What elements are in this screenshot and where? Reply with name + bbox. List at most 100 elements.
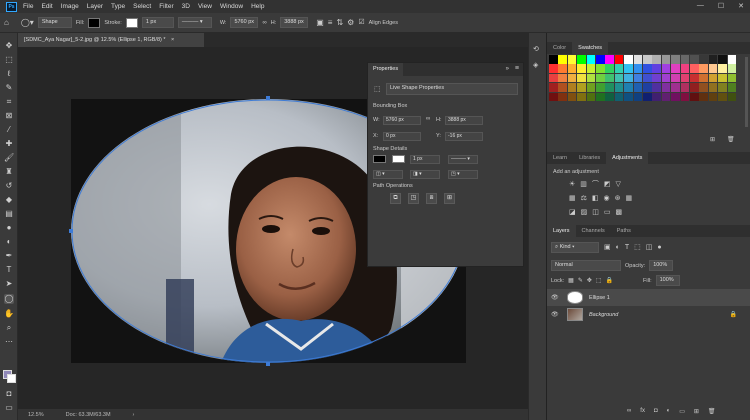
prop-stroke-swatch[interactable]: [392, 155, 405, 163]
swatch-chip[interactable]: [586, 83, 596, 92]
delete-swatch-icon[interactable]: 🗑: [727, 136, 735, 143]
swatch-chip[interactable]: [549, 92, 558, 102]
swatch-chip[interactable]: [624, 92, 633, 102]
new-adjustment-icon[interactable]: ◐: [667, 408, 671, 418]
properties-tab[interactable]: Properties: [368, 63, 404, 76]
color-balance-icon[interactable]: ⚖: [581, 195, 592, 202]
ellipse-tool-icon[interactable]: ◯: [4, 294, 14, 304]
swatches-scrollbar[interactable]: [745, 57, 748, 127]
swatch-chip[interactable]: [643, 73, 652, 83]
lock-pixels-icon[interactable]: ✎: [578, 276, 583, 286]
swatch-chip[interactable]: [558, 73, 567, 83]
menu-view[interactable]: View: [198, 3, 212, 10]
threshold-icon[interactable]: ◫: [592, 209, 604, 216]
background-color-swatch[interactable]: [7, 374, 16, 383]
menu-3d[interactable]: 3D: [182, 3, 190, 10]
prop-x-field[interactable]: 0 px: [383, 132, 421, 141]
link-layers-icon[interactable]: ∞: [627, 408, 631, 418]
filter-toggle-icon[interactable]: ●: [657, 243, 661, 253]
swatch-chip[interactable]: [652, 73, 661, 83]
gradient-tool-icon[interactable]: ▤: [4, 209, 14, 219]
prop-fill-swatch[interactable]: [373, 155, 386, 163]
document-tab[interactable]: [SDMC_Aya Nagar]_5-2.jpg @ 12.5% (Ellips…: [18, 33, 204, 47]
swatch-chip[interactable]: [549, 55, 558, 64]
blend-mode-select[interactable]: Normal: [551, 260, 621, 271]
swatch-chip[interactable]: [708, 73, 718, 83]
swatch-chip[interactable]: [558, 92, 567, 102]
quick-select-tool-icon[interactable]: ✎: [4, 83, 14, 93]
exclude-overlap-button[interactable]: ⊞: [444, 193, 455, 204]
add-mask-icon[interactable]: ◘: [654, 408, 658, 418]
swatch-chip[interactable]: [680, 64, 690, 73]
swatch-chip[interactable]: [614, 83, 624, 92]
swatch-chip[interactable]: [699, 83, 708, 92]
swatch-chip[interactable]: [661, 83, 671, 92]
close-button[interactable]: ✕: [738, 2, 744, 10]
swatch-chip[interactable]: [652, 83, 661, 92]
history-panel-icon[interactable]: ⟲: [533, 45, 539, 53]
filter-smart-object-icon[interactable]: ◫: [646, 243, 653, 253]
swatch-chip[interactable]: [567, 55, 577, 64]
prop-stroke-type-select[interactable]: ——— ▾: [448, 155, 478, 164]
hue-saturation-icon[interactable]: ▦: [569, 195, 581, 202]
fill-opacity-field[interactable]: 100%: [655, 275, 680, 286]
eyedropper-tool-icon[interactable]: ⁄: [4, 125, 14, 135]
delete-layer-icon[interactable]: 🗑: [708, 408, 716, 418]
swatch-chip[interactable]: [680, 73, 690, 83]
swatch-chip[interactable]: [596, 55, 605, 64]
swatch-chip[interactable]: [558, 83, 567, 92]
navigator-panel-icon[interactable]: ◈: [533, 61, 538, 69]
close-tab-icon[interactable]: ×: [171, 37, 174, 43]
swatch-chip[interactable]: [718, 73, 727, 83]
swatch-chip[interactable]: [680, 83, 690, 92]
bounding-box-heading[interactable]: Bounding Box: [373, 103, 407, 109]
new-swatch-icon[interactable]: ⊞: [710, 136, 715, 143]
brightness-contrast-icon[interactable]: ☀: [569, 181, 580, 188]
exposure-icon[interactable]: ◩: [604, 181, 616, 188]
black-white-icon[interactable]: ◧: [592, 195, 604, 202]
swatch-chip[interactable]: [633, 64, 643, 73]
swatch-chip[interactable]: [596, 92, 605, 102]
swatch-chip[interactable]: [596, 83, 605, 92]
link-icon[interactable]: ∞: [262, 18, 266, 28]
path-alignment-icon[interactable]: ≡: [328, 18, 333, 28]
prop-align-stroke-select[interactable]: ◫ ▾: [373, 170, 403, 179]
status-arrow-icon[interactable]: ›: [133, 412, 135, 418]
menu-type[interactable]: Type: [111, 3, 125, 10]
dodge-tool-icon[interactable]: ◐: [4, 237, 14, 247]
swatch-chip[interactable]: [567, 64, 577, 73]
swatch-chip[interactable]: [718, 64, 727, 73]
swatch-chip[interactable]: [661, 55, 671, 64]
lock-position-icon[interactable]: ✥: [587, 276, 592, 286]
blur-tool-icon[interactable]: ●: [4, 223, 14, 233]
swatch-chip[interactable]: [718, 83, 727, 92]
swatch-chip[interactable]: [671, 83, 680, 92]
prop-link-icon[interactable]: ∞: [426, 116, 430, 122]
menu-layer[interactable]: Layer: [87, 3, 103, 10]
posterize-icon[interactable]: ▨: [581, 209, 593, 216]
swatch-chip[interactable]: [727, 64, 737, 73]
swatch-chip[interactable]: [661, 92, 671, 102]
swatch-chip[interactable]: [652, 92, 661, 102]
swatch-chip[interactable]: [643, 64, 652, 73]
lock-artboard-icon[interactable]: ⬚: [596, 276, 602, 286]
layer-name-ellipse[interactable]: Ellipse 1: [589, 295, 610, 301]
swatch-chip[interactable]: [549, 73, 558, 83]
channel-mixer-icon[interactable]: ⊛: [615, 195, 626, 202]
swatch-chip[interactable]: [680, 92, 690, 102]
swatch-chip[interactable]: [652, 55, 661, 64]
swatch-chip[interactable]: [577, 64, 586, 73]
vibrance-icon[interactable]: ▽: [616, 181, 626, 188]
swatch-chip[interactable]: [614, 92, 624, 102]
marquee-tool-icon[interactable]: ⬚: [4, 55, 14, 65]
swatch-chip[interactable]: [577, 73, 586, 83]
swatch-chip[interactable]: [605, 55, 614, 64]
swatch-chip[interactable]: [708, 55, 718, 64]
swatch-chip[interactable]: [643, 55, 652, 64]
move-tool-icon[interactable]: ✥: [4, 41, 14, 51]
tab-paths[interactable]: Paths: [611, 225, 637, 237]
swatch-chip[interactable]: [624, 55, 633, 64]
swatch-chip[interactable]: [586, 92, 596, 102]
swatch-chip[interactable]: [605, 92, 614, 102]
healing-brush-icon[interactable]: ✚: [4, 139, 14, 149]
